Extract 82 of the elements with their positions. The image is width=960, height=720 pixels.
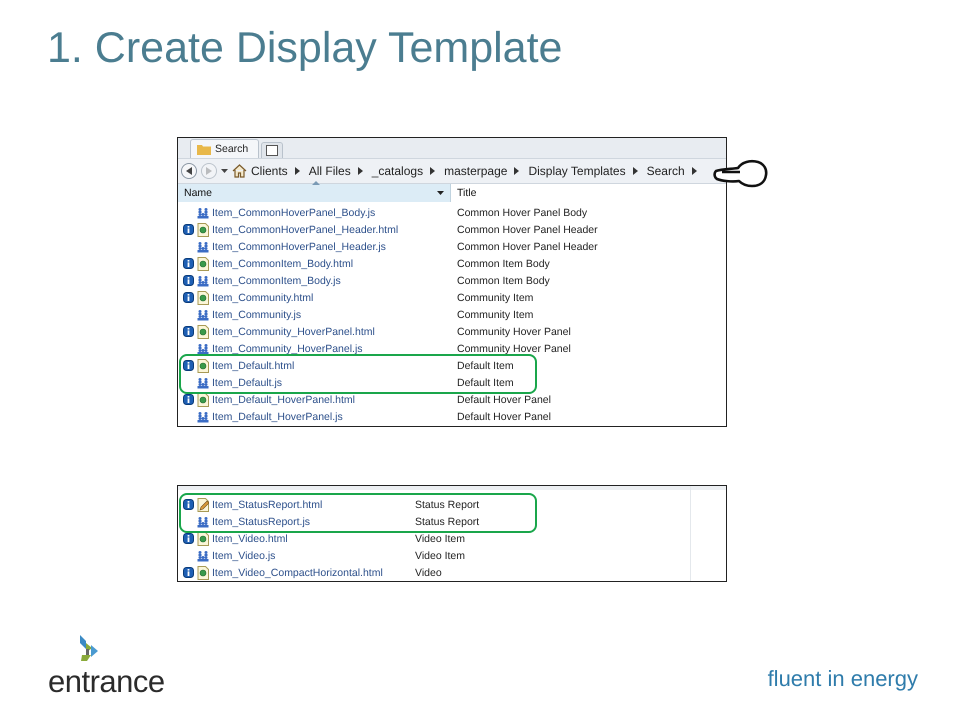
title-column-header[interactable]: Title [451, 184, 476, 202]
chevron-icon [294, 167, 300, 175]
file-title: Default Hover Panel [456, 394, 551, 406]
breadcrumb-link[interactable]: Search [646, 164, 685, 178]
file-name[interactable]: Item_CommonHoverPanel_Header.js [212, 240, 386, 252]
file-title: Video Item [414, 532, 466, 544]
file-name[interactable]: Item_Video_CompactHorizontal.html [212, 566, 383, 578]
edit-page-icon [197, 498, 209, 512]
people-icon [197, 550, 209, 562]
people-icon [197, 376, 209, 388]
tagline: fluent in energy [768, 667, 918, 691]
people-icon [197, 274, 209, 286]
file-name[interactable]: Item_Community.js [212, 308, 302, 320]
file-name[interactable]: Item_StatusReport.html [212, 498, 322, 510]
chevron-icon [430, 167, 436, 175]
breadcrumb-link[interactable]: masterpage [444, 164, 508, 178]
file-name[interactable]: Item_Community.html [212, 292, 314, 304]
file-title: Status Report [414, 516, 480, 528]
people-icon [197, 342, 209, 354]
caret-icon[interactable] [221, 169, 228, 173]
breadcrumb-link[interactable]: _catalogs [372, 164, 424, 178]
file-name[interactable]: Item_Community_HoverPanel.js [212, 342, 363, 354]
new-tab-button[interactable] [261, 142, 284, 158]
file-title: Common Item Body [456, 258, 550, 270]
file-title: Common Hover Panel Header [456, 240, 598, 252]
search-tab[interactable]: Search [190, 139, 260, 158]
people-icon [197, 308, 209, 320]
sort-arrow-icon [312, 181, 320, 185]
web-page-icon [197, 358, 209, 372]
file-title: Common Hover Panel Header [456, 224, 598, 236]
back-button[interactable] [181, 163, 197, 179]
forward-arrow-icon [206, 167, 212, 175]
web-page-icon [197, 532, 209, 546]
chevron-icon [692, 167, 697, 175]
file-name[interactable]: Item_CommonItem_Body.js [212, 274, 341, 286]
file-title: Community Hover Panel [456, 342, 571, 354]
people-icon [197, 240, 209, 252]
company-logo: entrance [48, 667, 165, 697]
people-icon [197, 516, 209, 528]
web-page-icon [197, 392, 209, 406]
people-icon [197, 206, 209, 218]
file-name[interactable]: Item_Default.html [212, 360, 294, 372]
file-title: Default Item [456, 376, 514, 388]
web-page-icon [197, 222, 209, 236]
file-name[interactable]: Item_CommonItem_Body.html [212, 258, 354, 270]
slide-title: 1. Create Display Template [47, 23, 564, 74]
file-title: Common Item Body [456, 274, 550, 286]
file-name[interactable]: Item_Community_HoverPanel.html [212, 326, 375, 338]
blank-page-icon [266, 145, 278, 156]
folder-icon [197, 144, 211, 154]
file-title: Default Hover Panel [456, 410, 551, 422]
file-title: Community Item [456, 308, 534, 320]
web-page-icon [197, 566, 209, 580]
web-page-icon [197, 256, 209, 270]
chevron-icon [514, 167, 520, 175]
file-title: Community Item [456, 292, 534, 304]
chevron-icon [632, 167, 638, 175]
chevron-icon [358, 167, 363, 175]
file-name[interactable]: Item_CommonHoverPanel_Body.js [212, 206, 376, 218]
file-title: Video [414, 566, 442, 578]
web-page-icon [197, 324, 209, 338]
file-name[interactable]: Item_Default.js [212, 376, 282, 388]
file-name[interactable]: Item_Video.html [212, 532, 288, 544]
home-icon [232, 164, 247, 178]
dropdown-caret-icon[interactable] [437, 191, 444, 195]
breadcrumb-link[interactable]: Display Templates [528, 164, 626, 178]
web-page-icon [197, 290, 209, 304]
file-name[interactable]: Item_StatusReport.js [212, 516, 310, 528]
file-name[interactable]: Item_CommonHoverPanel_Header.html [212, 224, 398, 236]
file-title: Common Hover Panel Body [456, 206, 588, 218]
file-name[interactable]: Item_Default_HoverPanel.html [212, 394, 355, 406]
breadcrumb-link[interactable]: All Files [308, 164, 351, 178]
file-title: Video Item [414, 550, 466, 562]
people-icon [197, 410, 209, 422]
back-arrow-icon [186, 167, 192, 175]
file-title: Default Item [456, 360, 514, 372]
file-title: Community Hover Panel [456, 326, 571, 338]
file-name[interactable]: Item_Default_HoverPanel.js [212, 410, 343, 422]
file-name[interactable]: Item_Video.js [212, 550, 276, 562]
breadcrumb-link[interactable]: Clients [251, 164, 288, 178]
file-title: Status Report [414, 498, 480, 510]
name-column-header[interactable]: Name [178, 184, 451, 202]
